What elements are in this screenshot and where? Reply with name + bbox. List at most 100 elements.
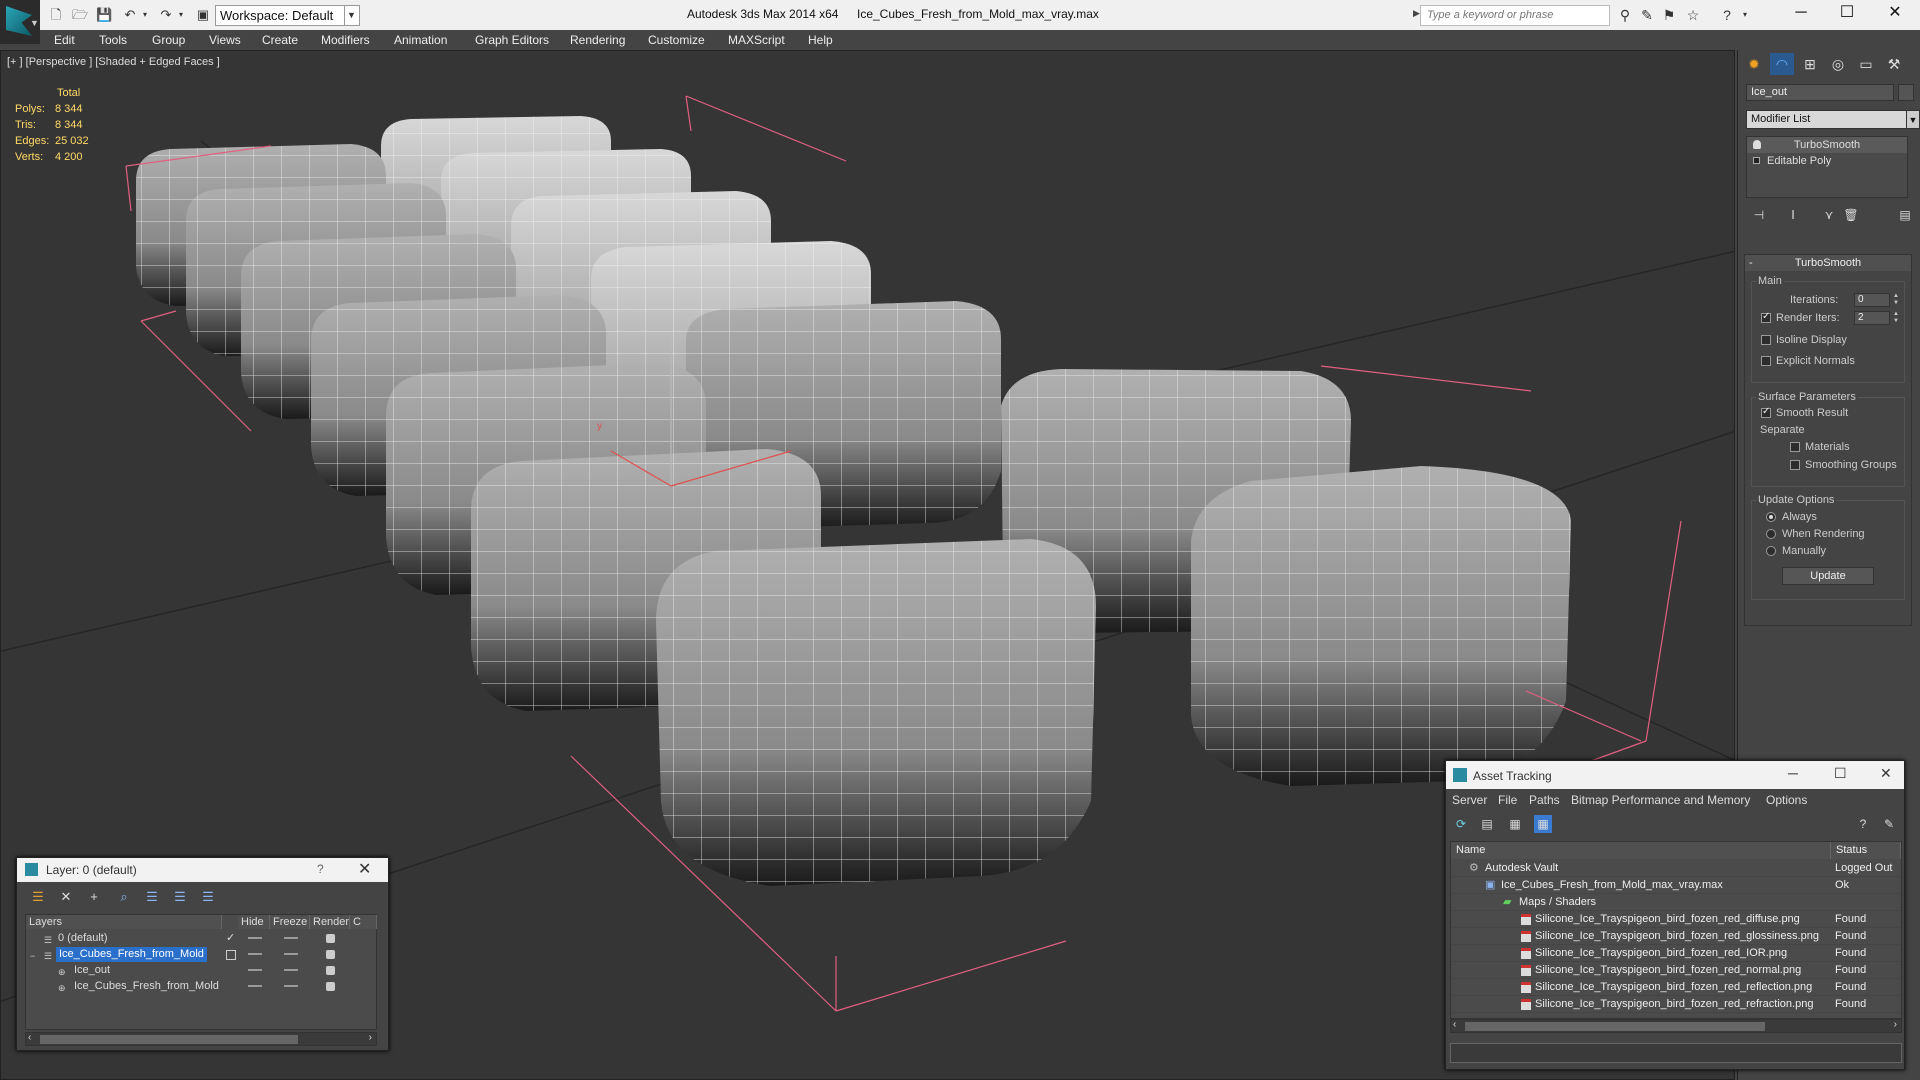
minimize-button[interactable]: ─ <box>1778 0 1824 28</box>
freeze-toggle[interactable] <box>284 969 298 971</box>
maximize-icon[interactable]: ☐ <box>1834 765 1847 782</box>
motion-tab-icon[interactable]: ◎ <box>1826 53 1850 75</box>
ice-cube-meshes[interactable] <box>136 116 1571 886</box>
ice-cube[interactable] <box>1191 466 1571 786</box>
undo-dropdown-icon[interactable]: ▾ <box>137 7 153 23</box>
when-rendering-radio[interactable] <box>1766 529 1776 539</box>
binoculars-icon[interactable]: ⚲ <box>1616 6 1634 24</box>
object-color-swatch[interactable] <box>1898 84 1914 101</box>
freeze-all-layers-icon[interactable]: ☰ <box>199 888 217 906</box>
menu-edit[interactable]: Edit <box>54 33 75 47</box>
asset-row[interactable]: Silicone_Ice_Trayspigeon_bird_fozen_red_… <box>1451 911 1901 928</box>
menu-views[interactable]: Views <box>209 33 241 47</box>
stack-item-turbosmooth[interactable]: TurboSmooth <box>1747 137 1907 153</box>
layer-object-row[interactable]: ⊕ Ice_out <box>26 963 376 978</box>
hide-toggle[interactable] <box>248 953 262 955</box>
manually-radio[interactable] <box>1766 546 1776 556</box>
always-radio[interactable] <box>1766 512 1776 522</box>
help-button[interactable]: ? <box>317 862 324 876</box>
spinner-arrows-icon[interactable]: ▲ ▼ <box>1892 311 1900 325</box>
scroll-left-icon[interactable]: ‹ <box>28 1032 31 1043</box>
scroll-right-icon[interactable]: › <box>1894 1019 1897 1030</box>
freeze-toggle[interactable] <box>284 985 298 987</box>
table-view-icon[interactable]: ▦ <box>1534 815 1552 833</box>
chevron-down-icon[interactable]: ▼ <box>1906 110 1920 129</box>
object-name[interactable]: Ice_out <box>74 963 110 978</box>
asset-row[interactable]: Silicone_Ice_Trayspigeon_bird_fozen_red_… <box>1451 996 1901 1013</box>
ice-cube[interactable] <box>656 539 1096 886</box>
add-to-layer-icon[interactable]: + <box>85 888 103 906</box>
spinner-arrows-icon[interactable]: ▲ ▼ <box>1892 293 1900 307</box>
menu-options[interactable]: Options <box>1766 793 1807 807</box>
materials-checkbox[interactable] <box>1790 442 1800 452</box>
workspace-dropdown[interactable]: Workspace: Default <box>215 5 360 26</box>
isoline-display-checkbox[interactable] <box>1761 335 1771 345</box>
highlight-icon[interactable]: ✎ <box>1880 815 1898 833</box>
create-tab-icon[interactable]: ✹ <box>1742 53 1766 75</box>
chevron-down-icon[interactable]: ▼ <box>344 5 358 26</box>
scrollbar-thumb[interactable] <box>1465 1022 1765 1031</box>
column-header[interactable]: Freeze <box>270 915 310 929</box>
modify-tab-icon[interactable]: ◠ <box>1770 53 1794 75</box>
layer-name[interactable]: 0 (default) <box>58 931 108 946</box>
help-icon[interactable]: ? <box>1718 6 1736 24</box>
close-icon[interactable]: ✕ <box>358 859 371 879</box>
rollout-header[interactable]: - TurboSmooth <box>1745 255 1911 271</box>
render-teapot-icon[interactable] <box>326 950 335 959</box>
menu-group[interactable]: Group <box>152 33 185 47</box>
menu-rendering[interactable]: Rendering <box>570 33 625 47</box>
set-current-box[interactable] <box>226 950 236 960</box>
asset-path-field[interactable] <box>1450 1043 1902 1063</box>
search-input[interactable]: Type a keyword or phrase <box>1420 5 1610 26</box>
maximize-button[interactable]: ☐ <box>1824 0 1870 28</box>
stack-item-editable-poly[interactable]: Editable Poly <box>1747 153 1907 169</box>
redo-icon[interactable]: ↷ <box>158 7 174 23</box>
hierarchy-tab-icon[interactable]: ⊞ <box>1798 53 1822 75</box>
asset-row[interactable]: ⚙ Autodesk Vault Logged Out <box>1451 860 1901 877</box>
column-header[interactable]: Status <box>1831 842 1901 859</box>
modifier-list-dropdown[interactable]: Modifier List <box>1746 110 1908 129</box>
asset-row[interactable]: Silicone_Ice_Trayspigeon_bird_fozen_red_… <box>1451 928 1901 945</box>
subscription-icon[interactable]: ✎ <box>1638 6 1656 24</box>
communication-center-icon[interactable]: ⚑ <box>1660 6 1678 24</box>
asset-row[interactable]: ▰ Maps / Shaders <box>1451 894 1901 911</box>
column-header[interactable]: Layers <box>26 915 222 929</box>
menu-help[interactable]: Help <box>808 33 833 47</box>
list-view-icon[interactable]: ▤ <box>1478 815 1496 833</box>
favorites-star-icon[interactable]: ☆ <box>1684 6 1702 24</box>
freeze-toggle[interactable] <box>284 953 298 955</box>
redo-dropdown-icon[interactable]: ▾ <box>173 7 189 23</box>
object-name[interactable]: Ice_Cubes_Fresh_from_Mold <box>74 979 219 994</box>
close-button[interactable]: ✕ <box>1872 0 1918 28</box>
render-iters-checkbox[interactable] <box>1761 311 1771 323</box>
freeze-toggle[interactable] <box>284 937 298 939</box>
display-tab-icon[interactable]: ▭ <box>1854 53 1878 75</box>
hide-toggle[interactable] <box>248 969 262 971</box>
close-icon[interactable]: ✕ <box>1880 765 1892 782</box>
layer-name[interactable]: Ice_Cubes_Fresh_from_Mold <box>56 947 207 962</box>
refresh-icon[interactable]: ⟳ <box>1452 815 1470 833</box>
asset-window-titlebar[interactable]: Asset Tracking ─ ☐ ✕ <box>1446 761 1904 789</box>
pin-stack-icon[interactable]: ⊣ <box>1750 206 1768 224</box>
make-unique-icon[interactable]: ⋎ <box>1820 206 1838 224</box>
viewport-label[interactable]: [+ ] [Perspective ] [Shaded + Edged Face… <box>7 56 220 68</box>
detail-view-icon[interactable]: ▦ <box>1506 815 1524 833</box>
menu-graph-editors[interactable]: Graph Editors <box>475 33 549 47</box>
collapse-icon[interactable]: − <box>30 949 40 961</box>
render-teapot-icon[interactable] <box>326 934 335 943</box>
asset-row[interactable]: Silicone_Ice_Trayspigeon_bird_fozen_red_… <box>1451 945 1901 962</box>
horizontal-scrollbar[interactable]: ‹ › <box>1450 1019 1902 1033</box>
help-icon[interactable]: ? <box>1854 815 1872 833</box>
menu-maxscript[interactable]: MAXScript <box>728 33 785 47</box>
asset-row[interactable]: ▣ Ice_Cubes_Fresh_from_Mold_max_vray.max… <box>1451 877 1901 894</box>
render-iters-spinner[interactable]: 2 <box>1854 311 1890 325</box>
smooth-result-checkbox[interactable] <box>1761 406 1771 418</box>
delete-layer-icon[interactable]: ✕ <box>57 888 75 906</box>
help-dropdown-icon[interactable]: ▾ <box>1736 6 1754 24</box>
menu-tools[interactable]: Tools <box>99 33 127 47</box>
explicit-normals-checkbox[interactable] <box>1761 356 1771 366</box>
search-expand-icon[interactable]: ▶ <box>1413 8 1420 19</box>
column-header[interactable]: Render <box>310 915 350 929</box>
menu-bitmap-performance[interactable]: Bitmap Performance and Memory <box>1571 793 1750 807</box>
remove-modifier-icon[interactable]: 🗑 <box>1842 206 1860 224</box>
